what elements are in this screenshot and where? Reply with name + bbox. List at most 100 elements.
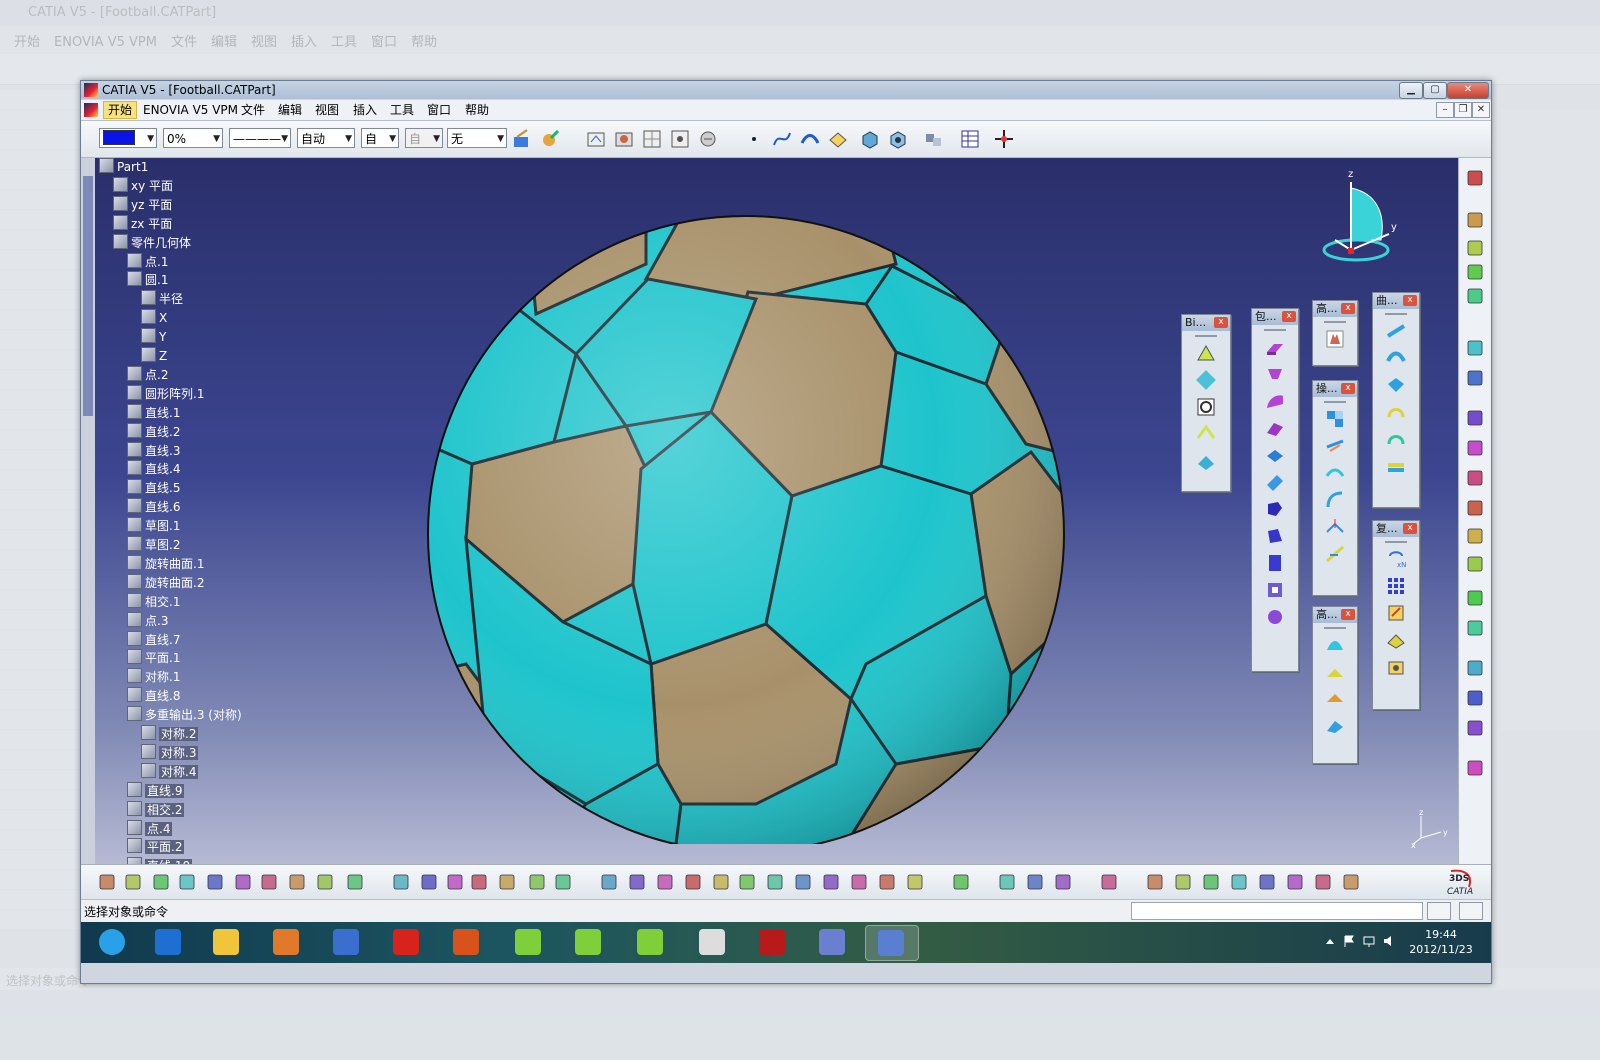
sweep-surface-icon[interactable] <box>1385 320 1407 342</box>
grid-icon[interactable] <box>641 128 663 150</box>
panel-title[interactable]: 复... x <box>1373 521 1419 537</box>
assembly-icon[interactable] <box>923 128 945 150</box>
new-icon[interactable] <box>97 872 117 892</box>
spline-icon[interactable] <box>771 128 793 150</box>
list-icon[interactable] <box>1173 872 1193 892</box>
panel-title[interactable]: Bi... x <box>1182 315 1230 331</box>
windows-start-icon[interactable] <box>87 925 139 959</box>
shape-design-icon[interactable] <box>1324 634 1346 656</box>
app-icon[interactable] <box>807 925 859 959</box>
tree-item[interactable]: yz 平面 <box>113 195 172 214</box>
rendering-combo[interactable]: 自 ▼ <box>405 128 443 148</box>
status-button-1[interactable] <box>1427 902 1451 920</box>
iso-view-icon[interactable] <box>821 872 841 892</box>
line-icon[interactable] <box>1465 438 1485 458</box>
camera-icon[interactable] <box>1025 872 1045 892</box>
panel-close-button[interactable]: x <box>1282 311 1296 322</box>
app-icon[interactable] <box>321 925 373 959</box>
line-type-combo[interactable]: ———— ▼ <box>229 128 291 148</box>
tree-item[interactable]: 直线.4 <box>127 460 180 478</box>
revolve-surface-icon[interactable] <box>1385 347 1407 369</box>
wrap-curve-icon[interactable] <box>1324 688 1346 710</box>
tree-item[interactable]: 直线.7 <box>127 630 180 649</box>
tree-item[interactable]: xy 平面 <box>113 176 173 195</box>
blend-icon[interactable] <box>1465 526 1485 546</box>
panel-wrap[interactable]: 包... x <box>1251 308 1299 672</box>
menu-enovia[interactable]: ENOVIA V5 VPM <box>139 102 242 118</box>
rotate-icon[interactable] <box>683 872 703 892</box>
menu-start[interactable]: 开始 <box>103 101 138 119</box>
intersect-icon[interactable] <box>1465 658 1485 678</box>
close-surface-icon[interactable] <box>1264 471 1286 493</box>
print-icon[interactable] <box>177 872 197 892</box>
tree-item[interactable]: 对称.3 <box>141 743 199 762</box>
extrapolate-icon[interactable] <box>1324 543 1346 565</box>
scan-icon[interactable] <box>1341 872 1361 892</box>
tree-item[interactable]: Part1 <box>99 158 148 176</box>
split-icon[interactable] <box>1324 435 1346 457</box>
panel-copy[interactable]: 复... x xN <box>1372 520 1420 710</box>
sketch-icon[interactable] <box>1465 368 1485 388</box>
tree-item[interactable]: 直线.1 <box>127 403 180 422</box>
tree-item[interactable]: 点.4 <box>127 819 173 838</box>
copy-icon[interactable] <box>233 872 253 892</box>
panel-close-button[interactable]: x <box>1403 295 1417 306</box>
tree-item[interactable]: 直线.5 <box>127 479 180 497</box>
constraint-icon[interactable] <box>697 128 719 150</box>
qq-icon[interactable] <box>503 925 555 959</box>
title-bar[interactable]: CATIA V5 - [Football.CATPart] ▁ ▢ ✕ <box>81 81 1491 99</box>
grid-icon[interactable] <box>1201 872 1221 892</box>
catia-window-icon[interactable] <box>865 925 919 961</box>
tree-item[interactable]: Y <box>141 328 166 346</box>
circle-tool-icon[interactable] <box>1195 396 1217 418</box>
flag-icon[interactable] <box>1342 934 1356 948</box>
minimize-button[interactable]: ▁ <box>1399 82 1423 99</box>
tree-item[interactable]: 相交.2 <box>127 800 185 819</box>
circle-icon[interactable] <box>1465 588 1485 608</box>
fill-icon[interactable] <box>827 128 849 150</box>
panel-close-button[interactable]: x <box>1341 609 1355 620</box>
transparency-combo[interactable]: 0% ▼ <box>163 128 223 148</box>
doc-restore-button[interactable]: ❐ <box>1454 102 1472 118</box>
doc-minimize-button[interactable]: – <box>1436 102 1454 118</box>
undo-icon[interactable] <box>287 872 307 892</box>
offset-icon[interactable] <box>1465 554 1485 574</box>
panel-grip[interactable] <box>1324 321 1346 323</box>
qq-icon[interactable] <box>625 925 677 959</box>
catia-app-icon[interactable] <box>84 83 98 97</box>
doc-close-button[interactable]: ✕ <box>1472 102 1490 118</box>
pad-icon[interactable] <box>1264 552 1286 574</box>
user-feature-icon[interactable] <box>1385 629 1407 651</box>
panel-close-button[interactable]: x <box>1214 317 1228 328</box>
media-player-icon[interactable] <box>261 925 313 959</box>
tree-icon[interactable] <box>553 872 573 892</box>
bump-icon[interactable] <box>1324 661 1346 683</box>
measure-icon[interactable] <box>951 872 971 892</box>
whats-this-icon[interactable] <box>345 872 365 892</box>
solid-icon[interactable] <box>859 128 881 150</box>
tree-item[interactable]: 对称.2 <box>141 725 199 743</box>
point-icon[interactable] <box>1465 408 1485 428</box>
tree-item[interactable]: 直线.10 <box>127 857 193 864</box>
3d-viewport[interactable]: Part1 xy 平面 yz 平面 zx 平面 零件几何体 点.1 圆.1 半径 X Y Z 点.2 圆… <box>81 158 1491 864</box>
tools-icon[interactable] <box>1313 872 1333 892</box>
panel-close-button[interactable]: x <box>1341 303 1355 314</box>
zoom-in-icon[interactable] <box>711 872 731 892</box>
tree-item[interactable]: 直线.3 <box>127 441 180 460</box>
qq-icon[interactable] <box>563 925 615 959</box>
shading-icon[interactable] <box>849 872 869 892</box>
sphere-surface-icon[interactable] <box>1385 374 1407 396</box>
join-icon[interactable] <box>1324 408 1346 430</box>
menu-view[interactable]: 视图 <box>311 102 343 118</box>
catia-icon[interactable] <box>747 925 799 959</box>
sweep-icon[interactable] <box>1264 390 1286 412</box>
ccleaner-icon[interactable] <box>441 925 493 959</box>
panel-title[interactable]: 高... x <box>1313 607 1357 623</box>
panel-close-button[interactable]: x <box>1403 523 1417 534</box>
hand-icon[interactable] <box>1099 872 1119 892</box>
fit-all-icon[interactable] <box>627 872 647 892</box>
apply-material-icon[interactable] <box>997 872 1017 892</box>
panel-grip[interactable] <box>1385 313 1407 315</box>
sweep-icon[interactable] <box>1465 498 1485 518</box>
tree-item[interactable]: 相交.1 <box>127 592 180 611</box>
